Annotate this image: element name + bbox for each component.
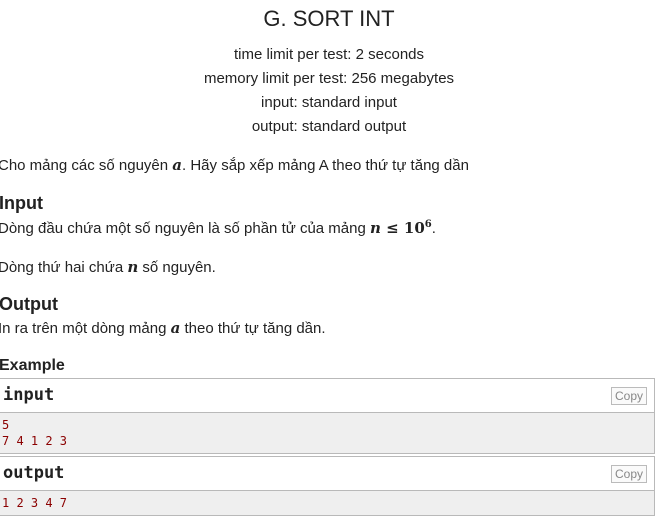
statement-text-after: . Hãy sắp xếp mảng A theo thứ tự tăng dầ… <box>182 157 469 174</box>
example-output-header: output Copy <box>0 457 654 491</box>
time-limit: time limit per test: 2 seconds <box>233 46 425 63</box>
input-spec: input: standard input <box>261 94 397 111</box>
input-line-2: Dòng thứ hai chứa n số nguyên. <box>0 258 216 276</box>
example-heading: Example <box>0 357 65 374</box>
output-spec: output: standard output <box>251 118 407 135</box>
output-line-after: theo thứ tự tăng dần. <box>180 320 326 337</box>
copy-output-button[interactable]: Copy <box>610 465 647 483</box>
input-line-1: Dòng đầu chứa một số nguyên là số phần t… <box>0 219 436 237</box>
math-var-n: n <box>127 258 139 276</box>
example-input-title: input <box>3 385 55 405</box>
example-input-line: 5 <box>2 418 10 432</box>
statement-paragraph: Cho mảng các số nguyên a. Hãy sắp xếp mả… <box>0 156 469 174</box>
example-input-content: 5 7 4 1 2 3 <box>0 413 654 453</box>
example-input-line: 7 4 1 2 3 <box>2 434 68 448</box>
copy-input-button[interactable]: Copy <box>610 387 647 405</box>
input-line2-after: số nguyên. <box>138 259 216 276</box>
input-line1-after: . <box>431 220 436 237</box>
example-input-box: input Copy 5 7 4 1 2 3 <box>0 378 655 454</box>
math-var-n: n <box>369 219 381 237</box>
math-leq-ten: ≤ 10 <box>380 219 425 237</box>
page-title: G. SORT INT <box>263 6 395 31</box>
math-exponent: 6 <box>424 219 432 230</box>
example-input-header: input Copy <box>0 379 654 413</box>
example-output-title: output <box>3 463 65 483</box>
math-var-a: a <box>172 156 183 174</box>
math-var-a: a <box>170 319 181 337</box>
input-line1-before: Dòng đầu chứa một số nguyên là số phần t… <box>0 220 370 237</box>
example-output-box: output Copy 1 2 3 4 7 <box>0 456 655 516</box>
input-heading: Input <box>0 193 43 213</box>
output-line-before: In ra trên một dòng mảng <box>0 320 171 337</box>
input-line2-before: Dòng thứ hai chứa <box>0 259 128 276</box>
example-output-content: 1 2 3 4 7 <box>0 491 654 515</box>
example-output-line: 1 2 3 4 7 <box>2 496 68 510</box>
output-heading: Output <box>0 294 58 314</box>
statement-text-before: Cho mảng các số nguyên <box>0 157 173 174</box>
output-line: In ra trên một dòng mảng a theo thứ tự t… <box>0 319 326 337</box>
memory-limit: memory limit per test: 256 megabytes <box>203 70 455 87</box>
